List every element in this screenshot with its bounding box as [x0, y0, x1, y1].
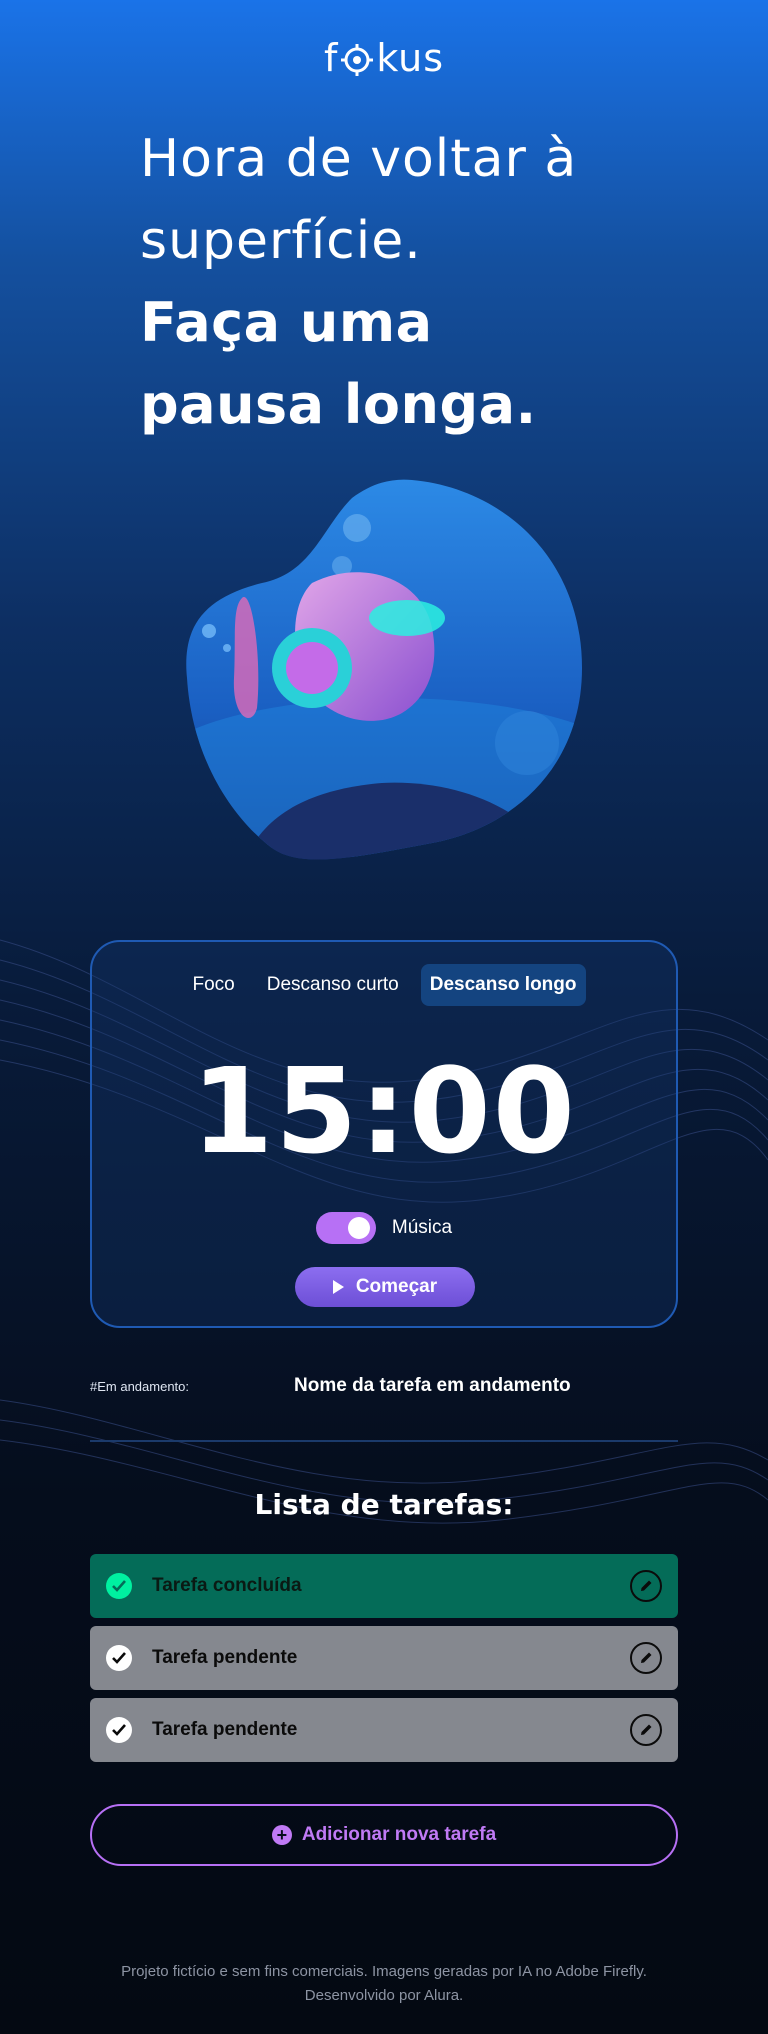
headline-line-3: Faça uma — [140, 291, 433, 354]
divider — [90, 1440, 678, 1442]
footer: Projeto fictício e sem fins comerciais. … — [0, 1960, 768, 2008]
logo-text-start: f — [323, 36, 339, 80]
footer-line-2: Desenvolvido por Alura. — [304, 1987, 464, 2004]
check-icon[interactable] — [106, 1645, 132, 1671]
page-headline: Hora de voltar à superfície. Faça uma pa… — [140, 118, 680, 446]
pencil-icon[interactable] — [630, 1642, 662, 1674]
footer-line-1: Projeto fictício e sem fins comerciais. … — [121, 1963, 647, 1980]
headline-line-1: Hora de voltar à — [140, 129, 578, 189]
task-label: Tarefa pendente — [152, 1647, 298, 1668]
in-progress-task: Nome da tarefa em andamento — [294, 1375, 571, 1396]
logo-text-end: kus — [376, 36, 445, 80]
start-button-label: Começar — [355, 1276, 438, 1297]
fokus-logo: f kus — [0, 36, 768, 80]
music-toggle[interactable] — [315, 1212, 376, 1244]
target-icon — [341, 44, 374, 76]
hero-diver-image — [186, 479, 582, 860]
task-label: Tarefa pendente — [152, 1719, 298, 1740]
headline-line-4: pausa longa. — [140, 373, 537, 436]
tab-descanso-curto[interactable]: Descanso curto — [257, 964, 409, 1006]
task-item-pending[interactable]: Tarefa pendente — [90, 1698, 678, 1762]
task-list: Tarefa concluída Tarefa pendente Tarefa … — [90, 1554, 678, 1770]
pencil-icon[interactable] — [630, 1714, 662, 1746]
timer-display: 15:00 — [191, 1042, 577, 1180]
toggle-knob — [347, 1217, 370, 1239]
task-item-done[interactable]: Tarefa concluída — [90, 1554, 678, 1618]
timer-tabs: Foco Descanso curto Descanso longo — [92, 964, 676, 1006]
start-button[interactable]: Começar — [295, 1267, 475, 1307]
check-icon[interactable] — [106, 1573, 132, 1599]
add-task-button[interactable]: + Adicionar nova tarefa — [90, 1804, 678, 1866]
plus-circle-icon: + — [271, 1825, 292, 1845]
headline-line-2: superfície. — [140, 211, 422, 271]
tab-foco[interactable]: Foco — [182, 964, 244, 1006]
pencil-icon[interactable] — [630, 1570, 662, 1602]
play-icon — [332, 1280, 344, 1294]
add-task-label: Adicionar nova tarefa — [301, 1824, 497, 1845]
task-item-pending[interactable]: Tarefa pendente — [90, 1626, 678, 1690]
in-progress-label: #Em andamento: — [90, 1379, 190, 1394]
task-label: Tarefa concluída — [152, 1575, 302, 1596]
timer-card: Foco Descanso curto Descanso longo 15:00… — [90, 940, 678, 1328]
in-progress-section: #Em andamento: Nome da tarefa em andamen… — [90, 1375, 678, 1399]
music-label: Música — [391, 1217, 453, 1238]
task-list-title: Lista de tarefas: — [254, 1488, 514, 1521]
tab-descanso-longo[interactable]: Descanso longo — [420, 964, 586, 1006]
check-icon[interactable] — [106, 1717, 132, 1743]
music-toggle-row: Música — [92, 1212, 676, 1244]
